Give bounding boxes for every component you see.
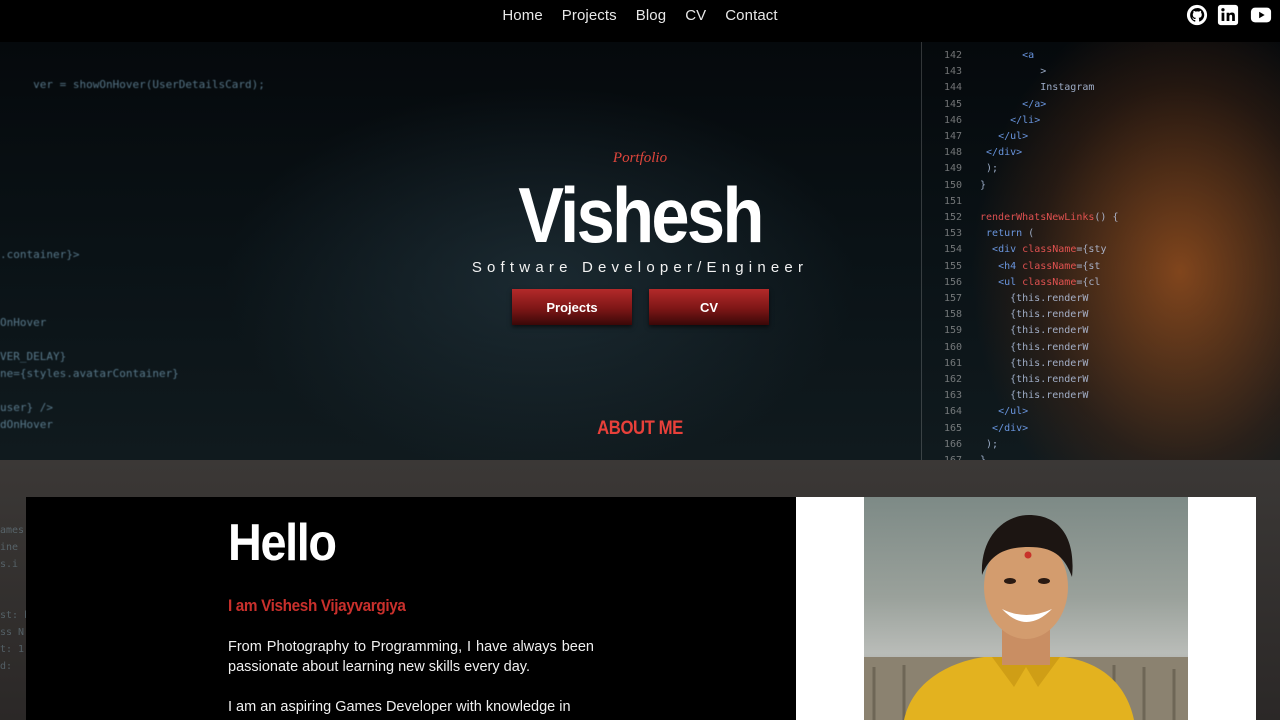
profile-photo [864, 497, 1188, 720]
about-me-link[interactable]: ABOUT ME [77, 418, 1203, 440]
nav-contact-link[interactable]: Contact [716, 6, 787, 26]
cv-button[interactable]: CV [649, 289, 769, 325]
youtube-icon[interactable] [1248, 4, 1274, 26]
hero-section: ver = showOnHover(UserDetailsCard); .con… [0, 42, 1280, 460]
nav-home-link[interactable]: Home [493, 6, 552, 26]
about-greeting: Hello [228, 514, 337, 572]
hero-kicker: Portfolio [612, 150, 668, 166]
nav-projects-link[interactable]: Projects [552, 6, 626, 26]
main-nav: Home Projects Blog CV Contact [0, 6, 1280, 26]
about-intro: I am Vishesh Vijayvargiya [228, 596, 406, 615]
hero-role: Software Developer/Engineer [471, 259, 809, 276]
hero-buttons: Projects CV [512, 289, 769, 325]
nav-cv-link[interactable]: CV [676, 6, 716, 26]
profile-photo-illustration [864, 515, 1188, 720]
nav-blog-link[interactable]: Blog [626, 6, 675, 26]
projects-button[interactable]: Projects [512, 289, 632, 325]
hero-name: Vishesh [518, 171, 764, 259]
hero-background-code-right: 142 143 144 145 146 147 148 149 150 151 … [943, 50, 1119, 460]
about-card [26, 497, 796, 720]
top-navbar: Home Projects Blog CV Contact [0, 0, 1280, 42]
social-links [1186, 4, 1274, 26]
github-icon[interactable] [1186, 4, 1208, 26]
linkedin-icon[interactable] [1217, 4, 1239, 26]
about-paragraph-2: I am an aspiring Games Developer with kn… [228, 699, 571, 715]
about-paragraph-1: From Photography to Programming, I have … [228, 639, 594, 675]
